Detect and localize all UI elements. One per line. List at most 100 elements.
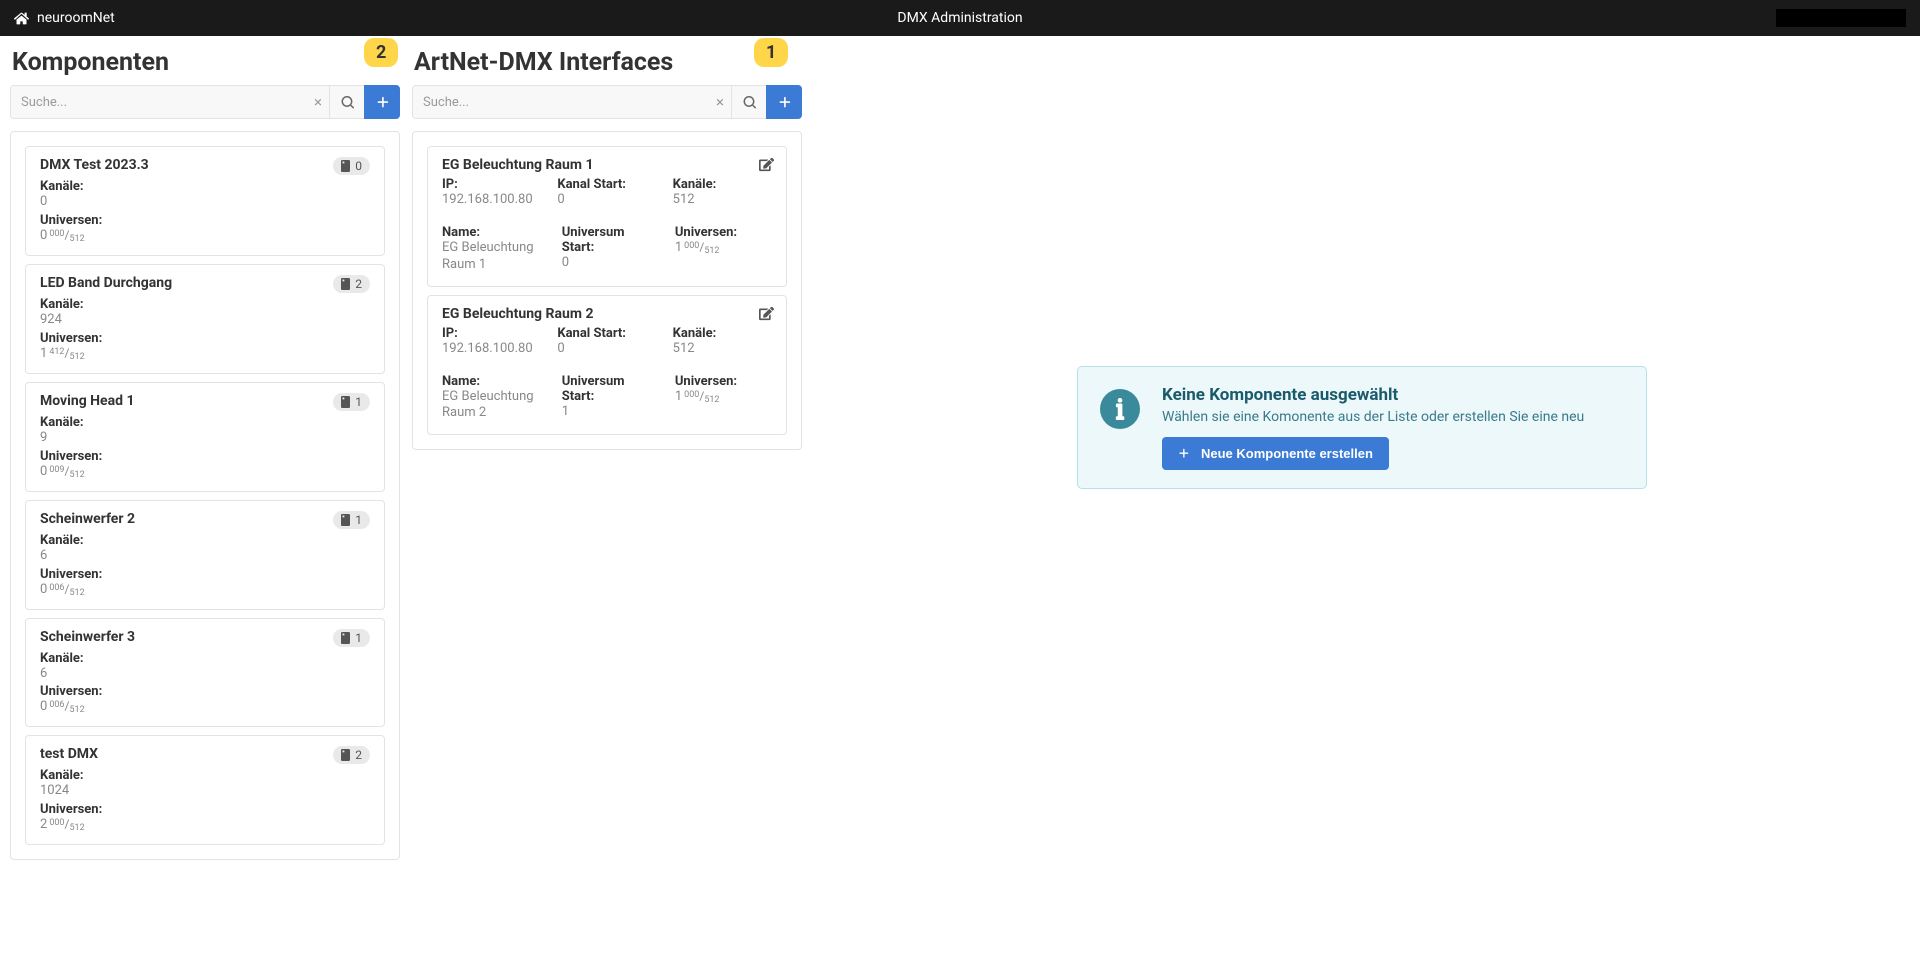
value-universen: 0006/512 (40, 582, 370, 597)
value-kanaele: 0 (40, 194, 370, 211)
komponente-name: test DMX (40, 746, 98, 762)
interface-card[interactable]: EG Beleuchtung Raum 2 IP:192.168.100.80 … (427, 295, 787, 436)
komponenten-list: DMX Test 2023.3 0 Kanäle:0 Universen: 00… (10, 131, 400, 860)
komponenten-search-input[interactable] (10, 85, 330, 119)
interfaces-toolbar: × (412, 85, 802, 119)
badge-count: 0 (355, 159, 362, 173)
label-kanaele: Kanäle: (40, 297, 370, 312)
interfaces-badge: 2 (333, 275, 370, 293)
empty-title: Keine Komponente ausgewählt (1162, 385, 1584, 405)
value-kanaele: 512 (673, 192, 772, 209)
brand[interactable]: neuroomNet (14, 10, 115, 26)
value-universen: 0000/512 (40, 228, 370, 243)
value-kanaele: 6 (40, 548, 370, 565)
label-kanaele: Kanäle: (40, 179, 370, 194)
interfaces-badge: 1 (333, 629, 370, 647)
komponenten-search-button[interactable] (329, 85, 365, 119)
komponenten-add-button[interactable] (364, 85, 400, 119)
label-name: Name: (442, 374, 546, 389)
label-kanaele: Kanäle: (673, 177, 772, 192)
value-kanaele: 512 (673, 341, 772, 358)
new-komponente-label: Neue Komponente erstellen (1201, 446, 1373, 461)
komponente-card[interactable]: Scheinwerfer 3 1 Kanäle:6 Universen: 000… (25, 618, 385, 728)
komponente-name: Moving Head 1 (40, 393, 135, 409)
label-kanaele: Kanäle: (40, 533, 370, 548)
label-univ-start: Universum Start: (562, 225, 659, 255)
interfaces-badge: 1 (333, 393, 370, 411)
interface-card[interactable]: EG Beleuchtung Raum 1 IP:192.168.100.80 … (427, 146, 787, 287)
komponente-name: Scheinwerfer 3 (40, 629, 135, 645)
clear-icon[interactable]: × (314, 93, 322, 111)
komponente-card[interactable]: LED Band Durchgang 2 Kanäle:924 Universe… (25, 264, 385, 374)
value-univ-start: 1 (562, 404, 659, 421)
label-universen: Universen: (40, 213, 370, 228)
label-ip: IP: (442, 177, 541, 192)
komponente-name: Scheinwerfer 2 (40, 511, 135, 527)
label-universen: Universen: (40, 331, 370, 346)
interfaces-search-button[interactable] (731, 85, 767, 119)
plus-icon (376, 96, 389, 109)
value-universen: 1000/512 (675, 240, 772, 255)
badge-count: 1 (355, 395, 362, 409)
new-komponente-button[interactable]: Neue Komponente erstellen (1162, 437, 1389, 470)
interfaces-title: ArtNet-DMX Interfaces (414, 48, 802, 77)
edit-icon[interactable] (759, 306, 774, 321)
value-universen: 2000/512 (40, 817, 370, 832)
server-icon (341, 278, 350, 290)
komponente-card[interactable]: Scheinwerfer 2 1 Kanäle:6 Universen: 000… (25, 500, 385, 610)
value-name: EG Beleuchtung Raum 2 (442, 389, 546, 423)
brand-text: neuroomNet (37, 10, 115, 26)
server-icon (341, 396, 350, 408)
label-universen: Universen: (40, 802, 370, 817)
home-icon (14, 11, 29, 26)
komponente-card[interactable]: DMX Test 2023.3 0 Kanäle:0 Universen: 00… (25, 146, 385, 256)
top-navbar: neuroomNet DMX Administration (0, 0, 1920, 36)
badge-count: 2 (355, 748, 362, 762)
komponenten-title: Komponenten (12, 48, 400, 77)
server-icon (341, 514, 350, 526)
label-ip: IP: (442, 326, 541, 341)
komponente-card[interactable]: test DMX 2 Kanäle:1024 Universen: 2000/5… (25, 735, 385, 845)
empty-state-panel: Keine Komponente ausgewählt Wählen sie e… (1077, 366, 1647, 489)
value-kanaele: 924 (40, 312, 370, 329)
label-universen: Universen: (40, 449, 370, 464)
badge-count: 2 (355, 277, 362, 291)
label-univ-start: Universum Start: (562, 374, 659, 404)
label-universen: Universen: (675, 225, 772, 240)
search-icon (743, 96, 756, 109)
value-universen: 0009/512 (40, 464, 370, 479)
page-title: DMX Administration (897, 10, 1022, 26)
server-icon (341, 160, 350, 172)
value-kanaele: 9 (40, 430, 370, 447)
label-universen: Universen: (40, 684, 370, 699)
interfaces-list: EG Beleuchtung Raum 1 IP:192.168.100.80 … (412, 131, 802, 450)
label-kanaele: Kanäle: (673, 326, 772, 341)
value-universen: 1412/512 (40, 346, 370, 361)
server-icon (341, 632, 350, 644)
interfaces-add-button[interactable] (766, 85, 802, 119)
value-kanaele: 1024 (40, 783, 370, 800)
label-name: Name: (442, 225, 546, 240)
edit-icon[interactable] (759, 157, 774, 172)
user-area[interactable] (1776, 9, 1906, 27)
value-kanal-start: 0 (557, 192, 656, 209)
value-universen: 1000/512 (675, 389, 772, 404)
clear-icon[interactable]: × (716, 93, 724, 111)
badge-count: 1 (355, 513, 362, 527)
badge-count: 1 (355, 631, 362, 645)
komponente-name: DMX Test 2023.3 (40, 157, 149, 173)
value-kanal-start: 0 (557, 341, 656, 358)
interfaces-search-input[interactable] (412, 85, 732, 119)
interfaces-badge: 2 (333, 746, 370, 764)
komponente-card[interactable]: Moving Head 1 1 Kanäle:9 Universen: 0009… (25, 382, 385, 492)
value-universen: 0006/512 (40, 699, 370, 714)
interfaces-badge: 1 (333, 511, 370, 529)
label-kanaele: Kanäle: (40, 768, 370, 783)
empty-text: Wählen sie eine Komonente aus der Liste … (1162, 409, 1584, 425)
label-universen: Universen: (675, 374, 772, 389)
plus-icon (778, 96, 791, 109)
value-ip: 192.168.100.80 (442, 341, 541, 358)
info-icon (1100, 389, 1140, 429)
search-icon (341, 96, 354, 109)
interface-title: EG Beleuchtung Raum 1 (442, 157, 593, 173)
